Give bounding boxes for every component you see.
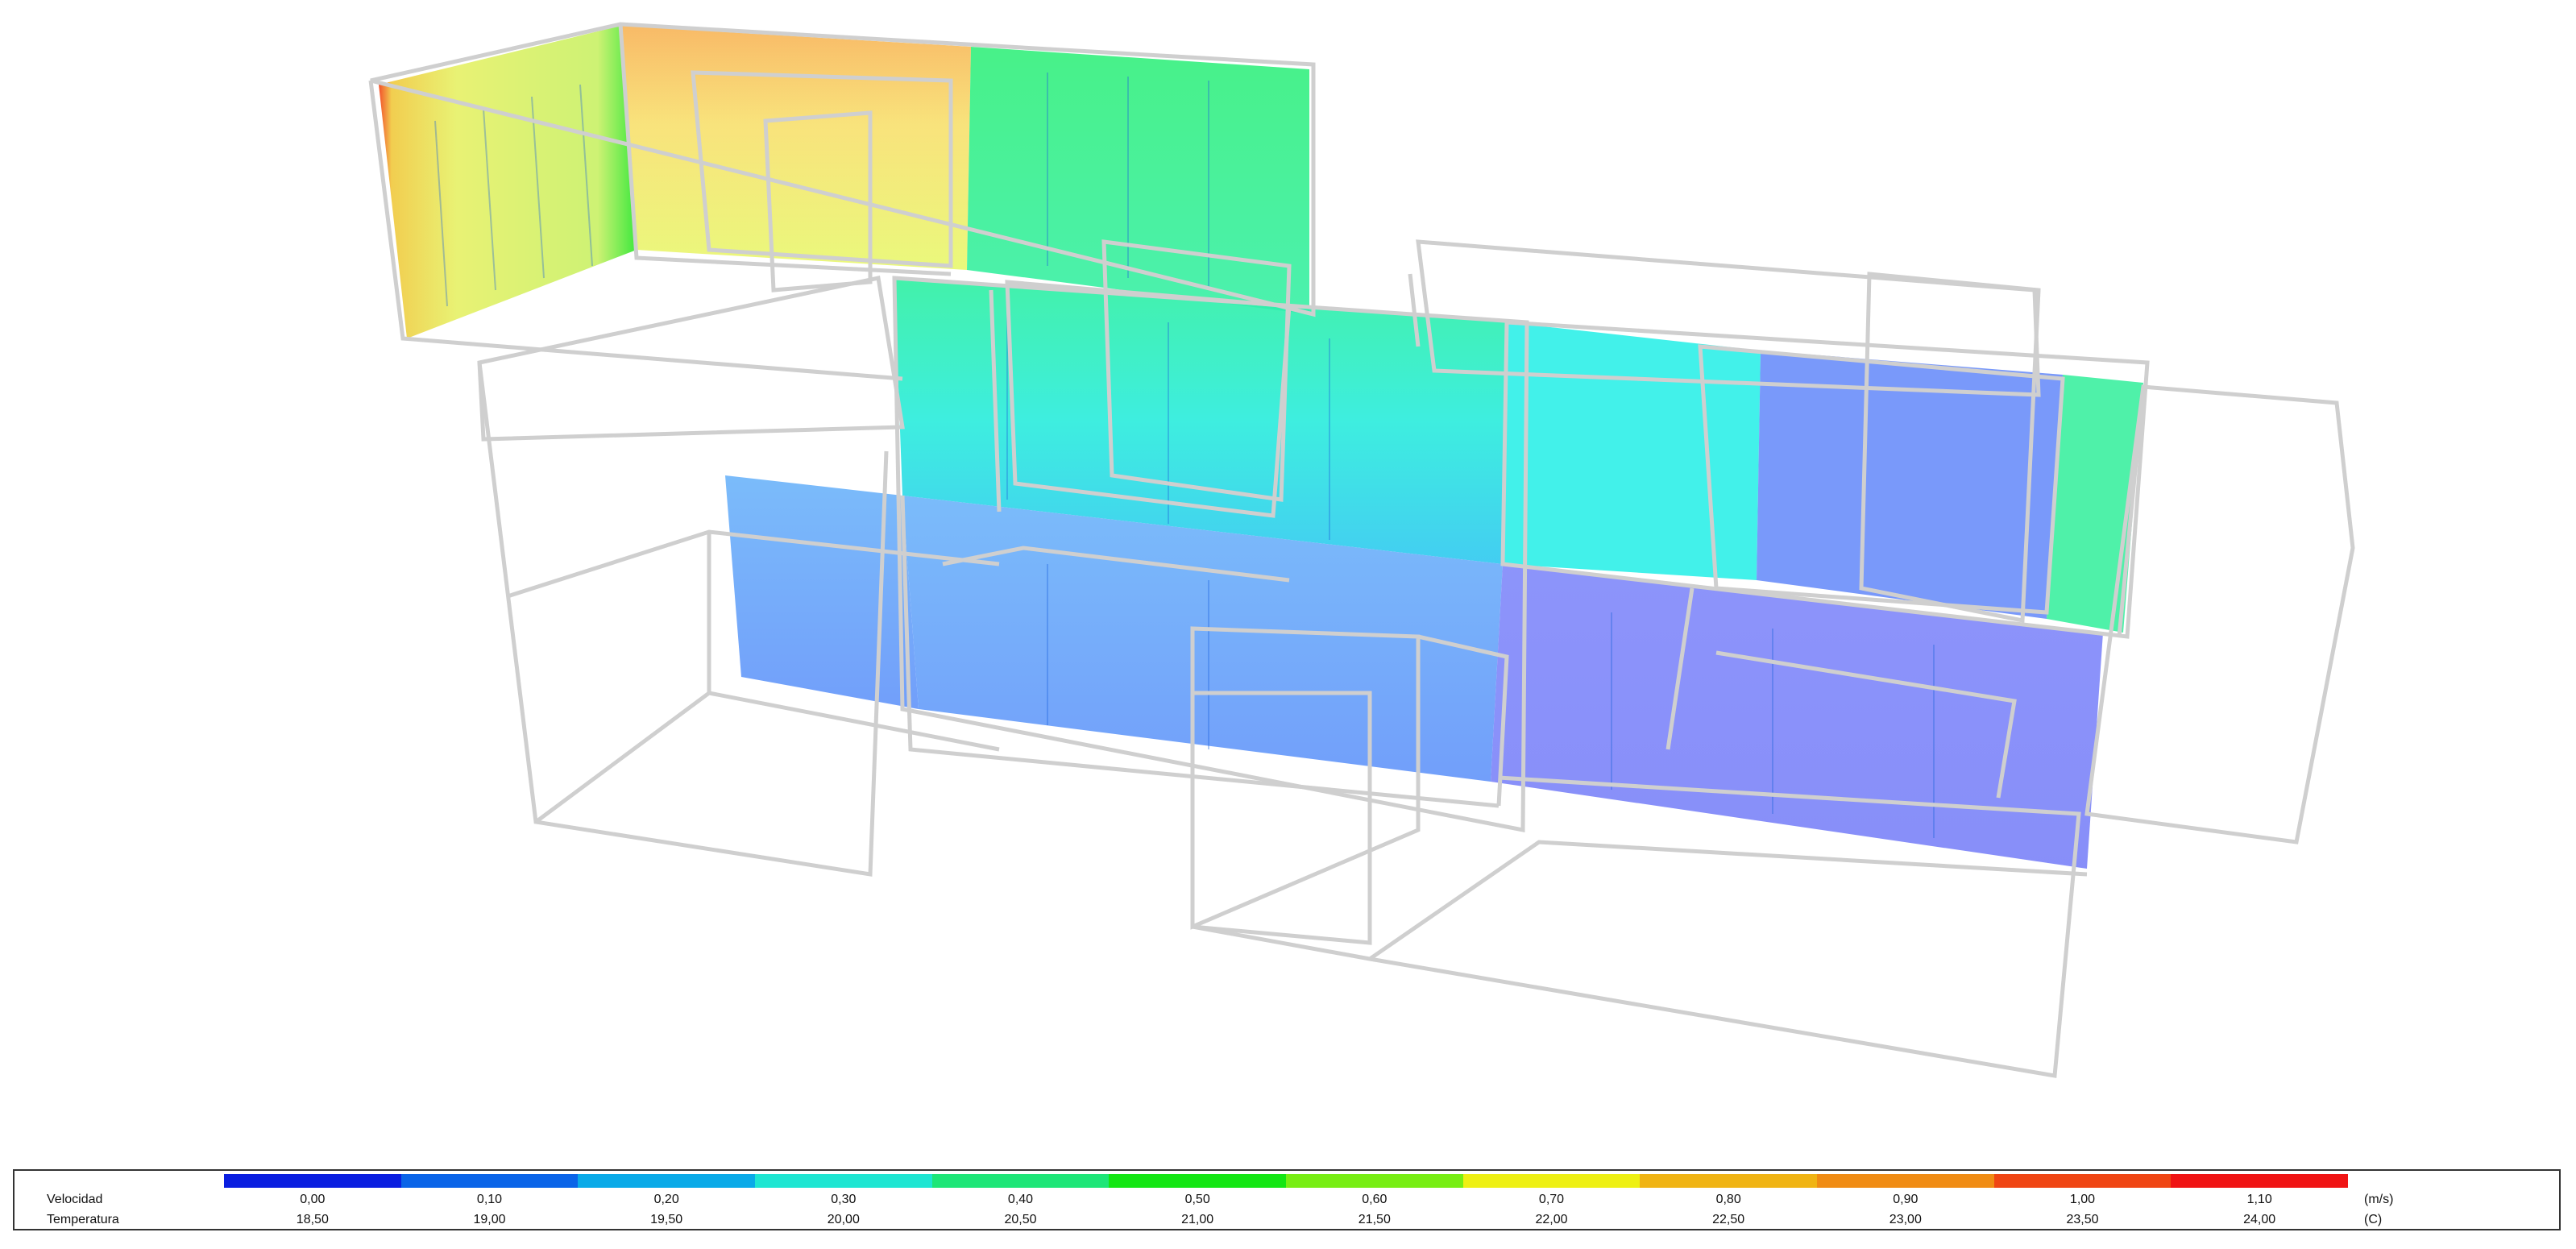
temperature-tick-label: 22,50 [1712,1213,1745,1226]
temperature-label: Temperatura [47,1213,119,1226]
panel-middle-right-cyan [1503,322,1761,580]
legend-swatch [2171,1174,2349,1188]
velocity-tick-label: 0,40 [1007,1193,1034,1206]
temperature-tick-label: 21,50 [1358,1213,1391,1226]
velocity-tick-label: 0,50 [1184,1193,1210,1206]
legend-swatch [400,1174,579,1188]
temperature-tick-label: 24,00 [2243,1213,2276,1226]
temperature-tick-label: 21,00 [1181,1213,1214,1226]
temperature-unit: (C) [2364,1213,2383,1226]
velocity-tick-label: 0,70 [1538,1193,1565,1206]
temperature-tick-label: 19,50 [650,1213,683,1226]
temperature-tick-label: 19,00 [473,1213,506,1226]
legend-swatch [1462,1174,1641,1188]
velocity-label: Velocidad [47,1193,103,1206]
velocity-tick-label: 1,00 [2069,1193,2096,1206]
legend-swatch [1640,1174,1818,1188]
velocity-tick-label: 0,30 [831,1193,857,1206]
legend-swatch [1993,1174,2172,1188]
color-legend: Velocidad Temperatura 0,00 0,10 0,20 0,30 0,… [13,1169,2561,1230]
legend-swatch [578,1174,756,1188]
legend-swatch [224,1174,401,1188]
legend-swatch [931,1174,1110,1188]
velocity-tick-label: 0,60 [1362,1193,1388,1206]
temperature-tick-label: 20,50 [1004,1213,1037,1226]
velocity-unit: (m/s) [2364,1193,2394,1206]
panel-upper-right-green [967,47,1309,314]
velocity-tick-label: 0,10 [476,1193,503,1206]
velocity-tick-label: 0,80 [1715,1193,1741,1206]
legend-swatch [1109,1174,1287,1188]
temperature-tick-label: 23,00 [1889,1213,1922,1226]
temperature-tick-label: 23,50 [2066,1213,2099,1226]
velocity-tick-label: 1,10 [2246,1193,2272,1206]
velocity-tick-label: 0,00 [300,1193,326,1206]
legend-swatch [1286,1174,1463,1188]
temperature-tick-label: 18,50 [296,1213,329,1226]
panel-upper-left-hot [379,26,637,338]
legend-color-bar [224,1174,2349,1188]
velocity-tick-label: 0,20 [653,1193,679,1206]
temperature-tick-label: 20,00 [827,1213,860,1226]
panel-upper-mid-warm [620,26,971,270]
velocity-tick-label: 0,90 [1893,1193,1919,1206]
temperature-tick-label: 22,00 [1535,1213,1568,1226]
legend-swatch [755,1174,932,1188]
legend-swatch [1817,1174,1994,1188]
panel-lower-left-blue [725,475,919,709]
cfd-3d-scene [368,22,2355,1078]
